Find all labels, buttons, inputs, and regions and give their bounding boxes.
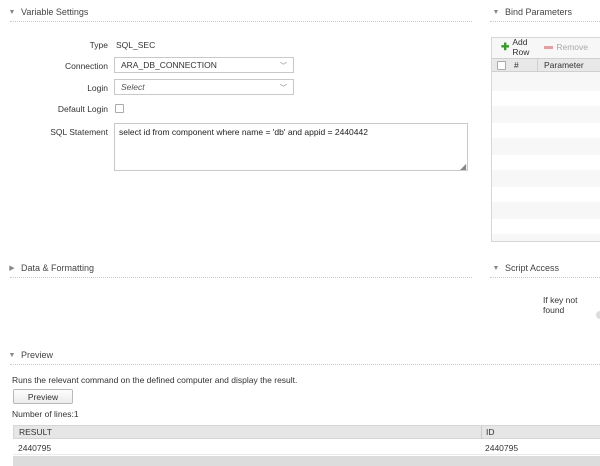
plus-icon: ✚ [501,41,510,53]
sql-statement-textarea[interactable]: select id from component where name = 'd… [114,123,468,171]
divider [490,21,600,22]
divider [10,364,600,365]
type-value: SQL_SEC [116,40,156,50]
table-row[interactable] [492,155,600,170]
preview-button[interactable]: Preview [13,389,73,404]
type-label: Type [89,40,108,50]
chevron-down-icon: ﹀ [280,63,287,70]
connection-select[interactable]: ARA_DB_CONNECTION ﹀ [114,57,294,73]
sql-statement-label: SQL Statement [50,127,108,137]
section-title: Bind Parameters [505,7,573,17]
default-login-label: Default Login [57,104,108,114]
lines-count: Number of lines:1 [12,409,79,419]
preview-description: Runs the relevant command on the defined… [12,375,298,385]
default-login-checkbox[interactable] [115,104,124,113]
col-id: ID [486,427,495,437]
select-all-checkbox[interactable] [497,60,506,70]
col-result: RESULT [19,427,52,437]
if-key-not-found-label: If key not found [543,295,578,315]
variable-settings-header[interactable]: ▼ Variable Settings [6,3,89,21]
table-row[interactable] [492,91,600,106]
table-row[interactable] [492,123,600,138]
collapse-triangle-icon: ▼ [8,351,16,359]
section-title: Preview [21,350,54,360]
add-row-button[interactable]: ✚ Add Row [501,37,532,57]
expand-triangle-icon: ▶ [9,265,15,272]
script-access-header[interactable]: ▼ Script Access [490,259,560,277]
minus-icon [544,45,554,49]
chevron-down-icon: ﹀ [280,85,287,92]
connection-value: ARA_DB_CONNECTION [121,60,217,70]
result-table-header: RESULT ID [13,425,600,439]
collapse-triangle-icon: ▼ [492,264,500,272]
table-row[interactable] [492,219,600,234]
collapse-triangle-icon: ▼ [492,8,500,16]
collapse-triangle-icon: ▼ [8,8,16,16]
login-select[interactable]: Select ﹀ [114,79,294,95]
connection-label: Connection [64,61,108,71]
login-label: Login [87,83,108,93]
section-title: Script Access [505,263,560,273]
login-placeholder: Select [121,82,145,92]
bind-parameters-toolbar: ✚ Add Row Remove [501,37,600,57]
resize-grip-icon[interactable]: ◢ [460,162,466,171]
table-row[interactable]: 2440795 2440795 [13,441,600,455]
cell-result: 2440795 [18,442,52,453]
divider [10,277,472,278]
table-row[interactable] [492,187,600,202]
bind-parameters-header[interactable]: ▼ Bind Parameters [490,3,573,21]
data-formatting-header[interactable]: ▶ Data & Formatting [6,259,94,277]
cell-id: 2440795 [485,442,519,453]
col-parameter: Parameter [544,60,584,70]
remove-button[interactable]: Remove [544,42,588,52]
section-title: Data & Formatting [21,263,95,273]
preview-header[interactable]: ▼ Preview [6,346,53,364]
divider [10,21,472,22]
radio-button[interactable] [596,311,600,319]
bind-grid-header: # Parameter [492,58,600,72]
divider [490,277,600,278]
col-hash: # [514,60,519,70]
section-title: Variable Settings [21,7,89,17]
